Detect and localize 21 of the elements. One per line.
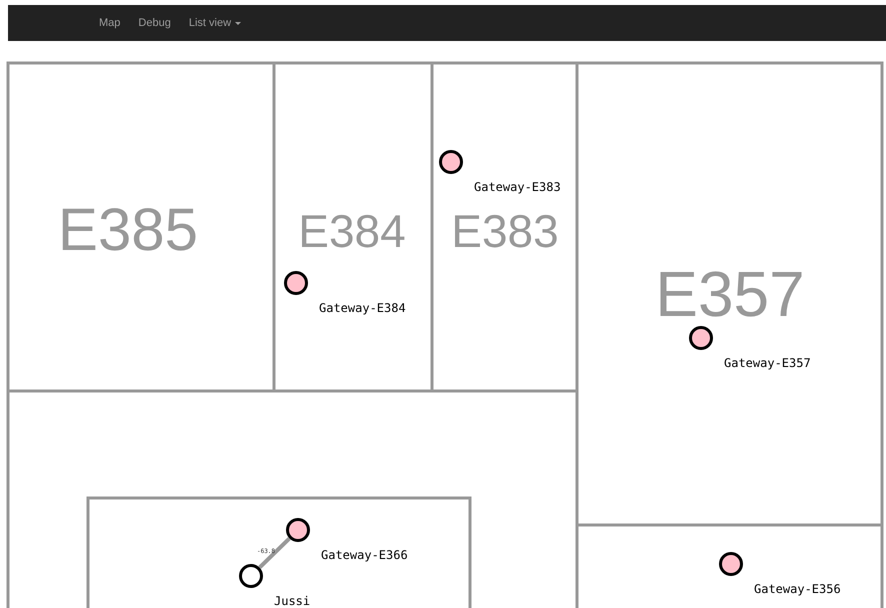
node-marker[interactable] [286, 518, 310, 542]
node-label: Gateway-E357 [724, 356, 811, 370]
node-label: Gateway-E356 [754, 582, 841, 596]
room-name: E357 [655, 258, 805, 330]
nav-dropdown[interactable]: List view [180, 17, 250, 29]
nav-link[interactable]: Debug [129, 17, 180, 29]
node-label: Gateway-E384 [319, 301, 406, 315]
caret-icon [235, 22, 242, 24]
node-marker[interactable] [439, 150, 463, 174]
node-marker[interactable] [719, 552, 743, 576]
node-marker[interactable] [284, 271, 308, 295]
nav-link[interactable]: Map [90, 17, 130, 29]
node-label: Jussi [274, 594, 310, 608]
node-marker[interactable] [689, 326, 713, 350]
node-label: Gateway-E366 [321, 548, 408, 562]
room-name: E385 [58, 196, 198, 263]
link-line [258, 536, 291, 570]
room-name: E384 [298, 205, 406, 257]
node-label: Gateway-E383 [474, 180, 561, 194]
node-marker[interactable] [239, 564, 263, 588]
room-name: E383 [451, 205, 559, 257]
